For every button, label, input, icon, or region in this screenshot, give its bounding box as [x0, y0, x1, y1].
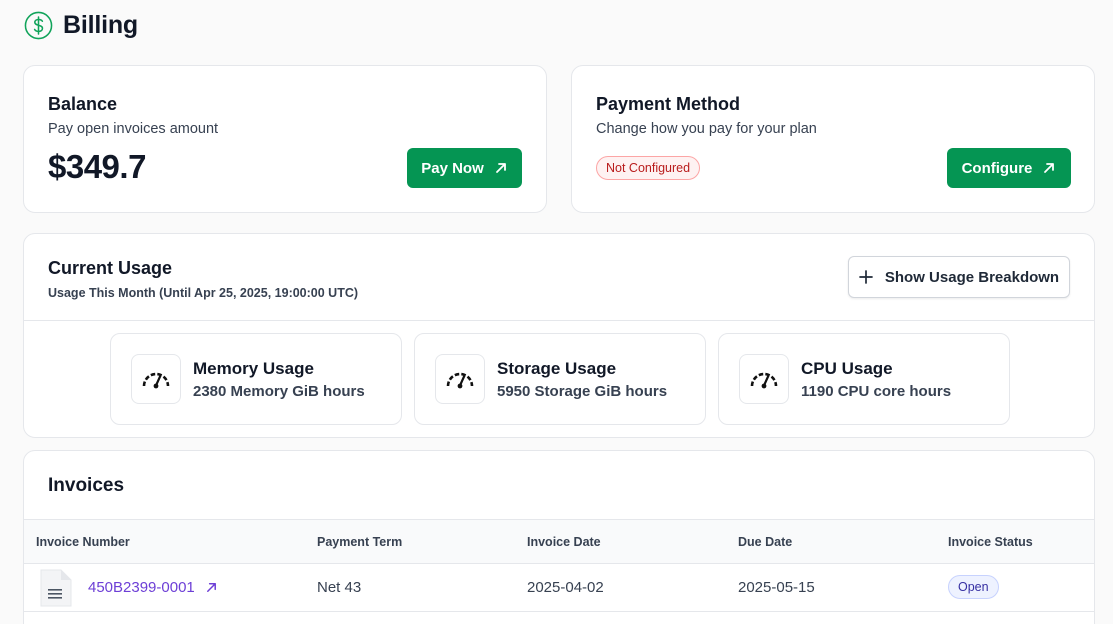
- page-header: Billing: [24, 10, 138, 40]
- cpu-usage-icon-box: [739, 354, 789, 404]
- usage-divider: [24, 320, 1094, 321]
- memory-usage-title: Memory Usage: [193, 359, 314, 378]
- invoice-status-badge: Open: [948, 575, 999, 599]
- gauge-icon: [446, 372, 474, 389]
- payment-method-subtitle: Change how you pay for your plan: [596, 121, 817, 137]
- pay-now-button[interactable]: Pay Now: [407, 148, 522, 188]
- cpu-usage-title: CPU Usage: [801, 359, 893, 378]
- payment-status-badge: Not Configured: [596, 156, 701, 180]
- invoices-card: Invoices Invoice Number Payment Term Inv…: [23, 450, 1095, 624]
- balance-subtitle: Pay open invoices amount: [48, 121, 219, 137]
- gauge-icon: [750, 372, 778, 389]
- balance-card: Balance Pay open invoices amount $349.7 …: [23, 65, 547, 213]
- arrow-up-right-icon: [1044, 163, 1055, 173]
- cpu-usage-value: 1190 CPU core hours: [801, 383, 952, 400]
- show-usage-breakdown-label: Show Usage Breakdown: [884, 268, 1060, 286]
- invoice-date-cell: 2025-04-02: [527, 579, 604, 596]
- page-title: Billing: [63, 10, 138, 39]
- document-icon: [40, 569, 72, 607]
- column-due-date: Due Date: [738, 535, 793, 549]
- storage-usage-value: 5950 Storage GiB hours: [497, 383, 668, 400]
- configure-button[interactable]: Configure: [947, 148, 1071, 188]
- storage-usage-title: Storage Usage: [497, 359, 617, 378]
- payment-term-cell: Net 43: [317, 579, 362, 596]
- usage-title: Current Usage: [48, 258, 173, 278]
- column-invoice-status: Invoice Status: [948, 535, 1033, 549]
- table-row: 450B2399-0001 Net 43 2025-04-02 2025-05-…: [24, 564, 1094, 612]
- gauge-icon: [142, 372, 170, 389]
- invoice-number-link[interactable]: 450B2399-0001: [88, 579, 218, 596]
- memory-usage-card: Memory Usage 2380 Memory GiB hours: [110, 333, 402, 425]
- payment-method-card: Payment Method Change how you pay for yo…: [571, 65, 1095, 213]
- payment-method-title: Payment Method: [596, 94, 741, 114]
- memory-usage-icon-box: [131, 354, 181, 404]
- arrow-up-right-icon: [495, 163, 506, 173]
- cpu-usage-card: CPU Usage 1190 CPU core hours: [718, 333, 1010, 425]
- plus-icon: [859, 270, 873, 284]
- column-invoice-number: Invoice Number: [36, 535, 130, 549]
- balance-title: Balance: [48, 94, 118, 114]
- dollar-circle-icon: [24, 11, 53, 39]
- storage-usage-icon-box: [435, 354, 485, 404]
- pay-now-label: Pay Now: [421, 159, 484, 177]
- invoices-title: Invoices: [48, 475, 125, 496]
- arrow-up-right-icon: [206, 583, 216, 592]
- balance-amount: $349.7: [48, 148, 146, 185]
- show-usage-breakdown-button[interactable]: Show Usage Breakdown: [848, 256, 1070, 298]
- storage-usage-card: Storage Usage 5950 Storage GiB hours: [414, 333, 706, 425]
- invoices-table-header: Invoice Number Payment Term Invoice Date…: [24, 519, 1094, 564]
- usage-card: Current Usage Usage This Month (Until Ap…: [23, 233, 1095, 438]
- column-payment-term: Payment Term: [317, 535, 403, 549]
- due-date-cell: 2025-05-15: [738, 579, 815, 596]
- usage-subtitle: Usage This Month (Until Apr 25, 2025, 19…: [48, 286, 359, 300]
- column-invoice-date: Invoice Date: [527, 535, 601, 549]
- memory-usage-value: 2380 Memory GiB hours: [193, 383, 365, 400]
- configure-label: Configure: [961, 159, 1033, 177]
- invoice-number: 450B2399-0001: [88, 579, 195, 596]
